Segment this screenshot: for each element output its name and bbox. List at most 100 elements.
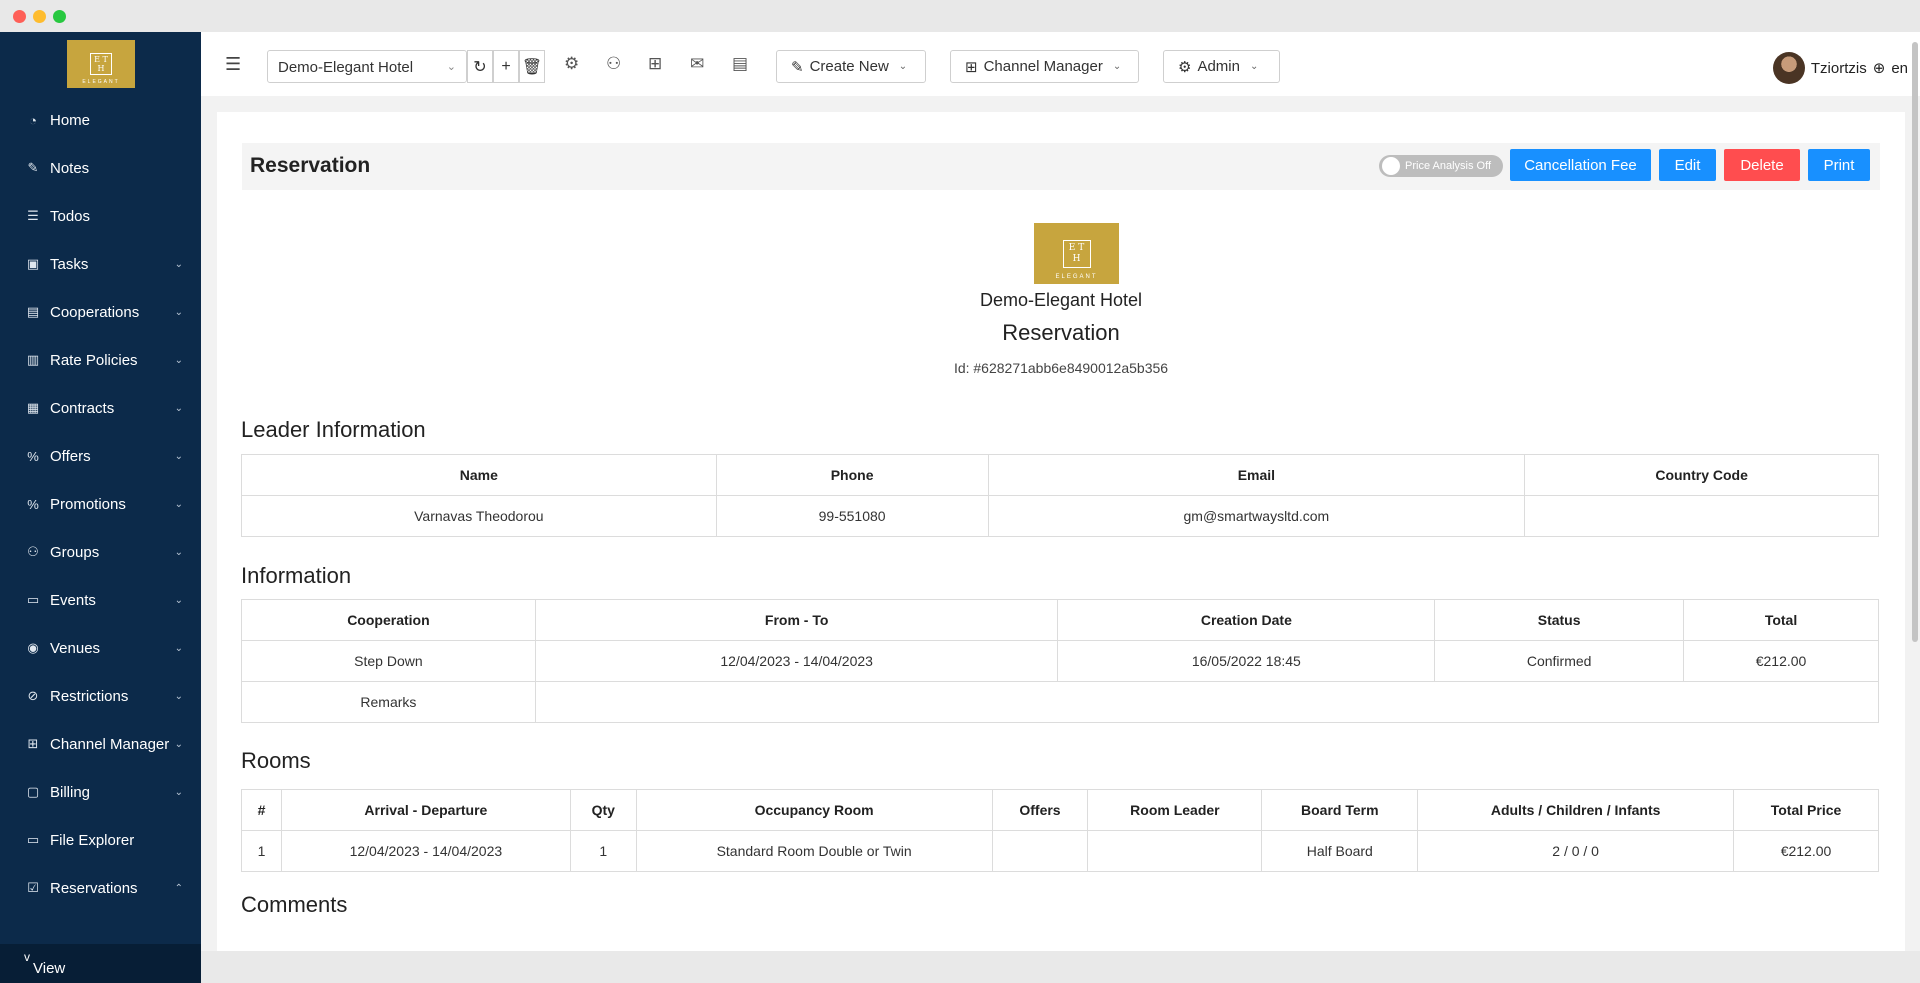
print-button[interactable]: Print <box>1808 149 1870 181</box>
channel-manager-dropdown[interactable]: ⊞ Channel Manager ⌄ <box>950 50 1139 83</box>
sidebar-item-tasks[interactable]: ▣ Tasks ⌄ <box>0 240 201 288</box>
globe-icon[interactable]: ⊕ <box>1873 59 1886 77</box>
sidebar-item-label: Contracts <box>50 399 115 417</box>
user-name[interactable]: Tziortzis <box>1811 60 1867 77</box>
edit-icon: ✎ <box>27 160 39 175</box>
mail-icon[interactable]: ✉ <box>690 54 704 74</box>
minimize-window-icon[interactable] <box>33 10 46 23</box>
logo-mark-top: E T <box>94 55 108 64</box>
cancellation-fee-button[interactable]: Cancellation Fee <box>1510 149 1651 181</box>
avatar[interactable] <box>1772 52 1805 84</box>
sidebar-item-contracts[interactable]: ▦ Contracts ⌄ <box>0 384 201 432</box>
sidebar-item-promotions[interactable]: % Promotions ⌄ <box>0 480 201 528</box>
column-header: Cooperation <box>241 599 536 641</box>
sidebar-item-home[interactable]: ◔ Home <box>0 96 201 144</box>
document-title: Reservation <box>1002 320 1120 345</box>
sidebar-item-label: Tasks <box>50 255 89 273</box>
rooms-table: # Arrival - Departure Qty Occupancy Room Off… <box>241 789 1879 872</box>
price-analysis-toggle[interactable]: Price Analysis Off <box>1379 155 1503 177</box>
table-cell: 1 <box>569 830 637 872</box>
rooms-section-title: Rooms <box>241 748 311 773</box>
sidebar-item-events[interactable]: ▭ Events ⌄ <box>0 576 201 624</box>
column-header: Occupancy Room <box>635 789 993 831</box>
delete-button[interactable]: Delete <box>1724 149 1800 181</box>
sidebar-item-label: Promotions <box>50 495 126 513</box>
user-menu[interactable]: Tziortzis ⊕ en <box>1772 52 1908 84</box>
sidebar-item-notes[interactable]: ✎ Notes <box>0 144 201 192</box>
sidebar-item-rate-policies[interactable]: ▥ Rate Policies ⌄ <box>0 336 201 384</box>
trash-icon: 🗑 <box>521 58 543 76</box>
sidebar-item-reservations[interactable]: ☑ Reservations ⌃ <box>0 864 201 912</box>
document-hotel-logo: E T H ELEGANT <box>1034 223 1119 284</box>
chevron-icon: ⌄ <box>174 786 183 798</box>
sidebar-item-label: Home <box>50 111 91 129</box>
sidebar-item-todos[interactable]: ☰ Todos <box>0 192 201 240</box>
logo-mark-bottom: H <box>1072 253 1081 264</box>
refresh-icon: ↻ <box>473 58 487 76</box>
hotel-logo[interactable]: E T H ELEGANT <box>67 40 135 88</box>
logo-mark: E T H <box>1062 239 1091 268</box>
delete-hotel-button[interactable]: 🗑 <box>519 50 545 83</box>
sidebar-item-label: Cooperations <box>50 303 140 321</box>
remarks-label: Remarks <box>241 681 536 723</box>
page-scrollbar[interactable] <box>1912 42 1918 642</box>
hierarchy-icon[interactable]: ⊞ <box>648 54 662 74</box>
chevron-icon: ⌄ <box>174 642 183 654</box>
sidebar-item-channel-manager[interactable]: ⊞ Channel Manager ⌄ <box>0 720 201 768</box>
refresh-button[interactable]: ↻ <box>467 50 493 83</box>
table-cell: €212.00 <box>1733 830 1879 872</box>
maximize-window-icon[interactable] <box>53 10 66 23</box>
column-header: Offers <box>991 789 1089 831</box>
calendar-icon: ▭ <box>26 592 40 607</box>
channel-icon: ⊞ <box>27 736 39 751</box>
settings-icon[interactable]: ⚙ <box>564 54 579 74</box>
sidebar-item-label: Events <box>50 591 96 609</box>
sidebar-subitem-view[interactable]: v View <box>0 944 201 983</box>
document-hotel-name: Demo-Elegant Hotel <box>979 290 1143 310</box>
users-icon[interactable]: ⚇ <box>606 54 621 74</box>
reservation-id: Id: #628271abb6e8490012a5b356 <box>953 360 1169 376</box>
sidebar-item-label: Restrictions <box>50 687 129 705</box>
chevron-icon: ⌄ <box>174 690 183 702</box>
edit-button[interactable]: Edit <box>1659 149 1716 181</box>
language-selector[interactable]: en <box>1891 60 1908 77</box>
admin-dropdown[interactable]: ⚙ Admin ⌄ <box>1163 50 1280 83</box>
table-cell: Confirmed <box>1434 640 1685 682</box>
information-table-header: Cooperation From - To Creation Date Status T… <box>241 599 1879 641</box>
chevron-icon: ⌄ <box>174 594 183 606</box>
chevron-down-icon: ⌄ <box>1249 61 1259 72</box>
hotel-select[interactable]: Demo-Elegant Hotel ⌄ <box>267 50 467 83</box>
create-new-dropdown[interactable]: ✎ Create New ⌄ <box>776 50 926 83</box>
sidebar-item-billing[interactable]: ▢ Billing ⌄ <box>0 768 201 816</box>
rooms-table-header: # Arrival - Departure Qty Occupancy Room Off… <box>241 789 1879 831</box>
sidebar-item-venues[interactable]: ◉ Venues ⌄ <box>0 624 201 672</box>
admin-label: Admin <box>1197 58 1240 75</box>
main-area: ☰ Demo-Elegant Hotel ⌄ ↻ + 🗑 ⚙ ⚇ ⊞ ✉ ▤ ✎… <box>201 32 1920 951</box>
chevron-down-icon: ⌄ <box>446 61 456 73</box>
percent-icon: % <box>27 496 39 512</box>
sidebar-item-label: File Explorer <box>50 831 135 849</box>
sidebar-item-file-explorer[interactable]: ▭ File Explorer <box>0 816 201 864</box>
column-header: Board Term <box>1261 789 1419 831</box>
column-header: From - To <box>534 599 1059 641</box>
sidebar-item-label: Venues <box>50 639 101 657</box>
table-row: Step Down 12/04/2023 - 14/04/2023 16/05/20… <box>241 640 1879 682</box>
table-cell: gm@smartwaysltd.com <box>987 495 1526 537</box>
sidebar-item-offers[interactable]: % Offers ⌄ <box>0 432 201 480</box>
sidebar-subitem-prefix: v <box>24 950 30 964</box>
close-window-icon[interactable] <box>13 10 26 23</box>
add-button[interactable]: + <box>493 50 519 83</box>
sidebar-item-label: Channel Manager <box>50 735 170 753</box>
column-header: Total Price <box>1733 789 1879 831</box>
page-header: Reservation Price Analysis Off Cancellat… <box>242 143 1880 190</box>
sidebar-item-groups[interactable]: ⚇ Groups ⌄ <box>0 528 201 576</box>
sidebar-item-restrictions[interactable]: ⊘ Restrictions ⌄ <box>0 672 201 720</box>
table-cell: Step Down <box>241 640 536 682</box>
sidebar-item-label: Reservations <box>50 879 138 897</box>
reservation-card: Reservation Price Analysis Off Cancellat… <box>217 112 1905 951</box>
collapse-menu-icon[interactable]: ☰ <box>225 54 241 75</box>
document-icon[interactable]: ▤ <box>732 54 748 74</box>
remarks-row: Remarks <box>241 681 1880 723</box>
sidebar-item-cooperations[interactable]: ▤ Cooperations ⌄ <box>0 288 201 336</box>
logo-subtitle: ELEGANT <box>1055 274 1098 280</box>
